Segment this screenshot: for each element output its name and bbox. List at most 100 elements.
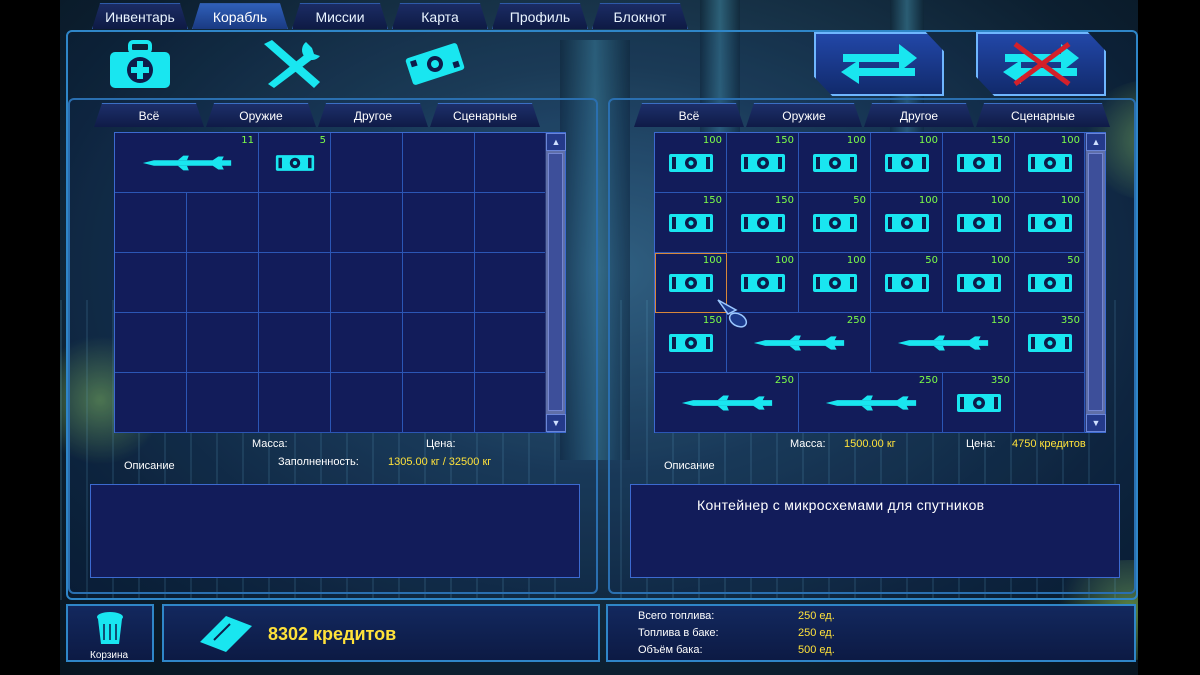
left-scrollbar[interactable]: ▲ ▼: [545, 133, 566, 432]
shop-slot[interactable]: 100: [871, 133, 943, 193]
inventory-slot[interactable]: [403, 313, 475, 373]
tab-map[interactable]: Карта: [392, 3, 488, 29]
inventory-slot[interactable]: [403, 133, 475, 193]
left-filter-scenario[interactable]: Сценарные: [430, 103, 540, 127]
inventory-slot[interactable]: [259, 253, 331, 313]
scroll-thumb[interactable]: [1088, 153, 1103, 411]
scroll-down-arrow-icon[interactable]: ▼: [1086, 414, 1106, 432]
trash-button[interactable]: Корзина: [66, 604, 154, 662]
inventory-slot[interactable]: [403, 193, 475, 253]
inventory-slot[interactable]: [259, 313, 331, 373]
shop-slot[interactable]: 100: [943, 253, 1015, 313]
inventory-slot[interactable]: [475, 313, 547, 373]
shop-slot[interactable]: 100: [799, 133, 871, 193]
right-mass-value: 1500.00 кг: [844, 438, 896, 450]
shop-slot[interactable]: 100: [1015, 133, 1085, 193]
inventory-slot[interactable]: [115, 313, 187, 373]
inventory-slot[interactable]: [331, 313, 403, 373]
item-quantity: 150: [990, 315, 1010, 326]
inventory-slot[interactable]: [475, 133, 547, 193]
inventory-slot[interactable]: [331, 373, 403, 433]
inventory-slot[interactable]: [475, 253, 547, 313]
inventory-slot[interactable]: [403, 253, 475, 313]
shop-slot[interactable]: 50: [1015, 253, 1085, 313]
shop-slot[interactable]: 100: [871, 193, 943, 253]
item-quantity: 50: [1067, 255, 1080, 266]
tools-icon[interactable]: [258, 38, 328, 90]
inventory-slot[interactable]: [259, 193, 331, 253]
main-tabs: Инвентарь Корабль Миссии Карта Профиль Б…: [92, 3, 688, 29]
inventory-slot[interactable]: [331, 253, 403, 313]
shop-slot[interactable]: 50: [871, 253, 943, 313]
tab-notebook[interactable]: Блокнот: [592, 3, 688, 29]
inventory-slot[interactable]: [187, 313, 259, 373]
scroll-up-arrow-icon[interactable]: ▲: [546, 133, 566, 151]
inventory-slot[interactable]: [115, 193, 187, 253]
tab-inventory[interactable]: Инвентарь: [92, 3, 188, 29]
scroll-thumb[interactable]: [548, 153, 563, 411]
inventory-slot[interactable]: [475, 193, 547, 253]
shop-slot[interactable]: 100: [655, 133, 727, 193]
shop-slot[interactable]: 100: [799, 253, 871, 313]
left-filter-other[interactable]: Другое: [318, 103, 428, 127]
shop-slot[interactable]: 350: [1015, 313, 1085, 373]
right-price-label: Цена:: [966, 438, 996, 450]
inventory-slot[interactable]: [187, 373, 259, 433]
right-filter-weapons[interactable]: Оружие: [746, 103, 862, 127]
scroll-down-arrow-icon[interactable]: ▼: [546, 414, 566, 432]
shop-slot[interactable]: 150: [943, 133, 1015, 193]
missile-icon: [680, 394, 774, 412]
inventory-slot[interactable]: [115, 253, 187, 313]
container-icon: [956, 152, 1002, 174]
right-filter-scenario[interactable]: Сценарные: [976, 103, 1110, 127]
shop-slot[interactable]: 100: [1015, 193, 1085, 253]
item-quantity: 350: [1060, 315, 1080, 326]
medkit-icon[interactable]: [108, 40, 172, 90]
inventory-slot[interactable]: [187, 253, 259, 313]
tab-ship[interactable]: Корабль: [192, 3, 288, 29]
container-icon: [668, 332, 714, 354]
inventory-slot[interactable]: 11: [115, 133, 259, 193]
right-scrollbar[interactable]: ▲ ▼: [1085, 133, 1106, 432]
container-icon: [740, 272, 786, 294]
transfer-disabled-button[interactable]: [976, 32, 1106, 96]
shop-slot[interactable]: 350: [943, 373, 1015, 433]
inventory-slot[interactable]: [331, 133, 403, 193]
money-icon[interactable]: [402, 40, 468, 88]
right-filter-tabs: Всё Оружие Другое Сценарные: [634, 103, 1110, 127]
left-filter-all[interactable]: Всё: [94, 103, 204, 127]
inventory-slot[interactable]: [115, 373, 187, 433]
container-icon: [884, 212, 930, 234]
tab-missions[interactable]: Миссии: [292, 3, 388, 29]
shop-slot[interactable]: 250: [655, 373, 799, 433]
item-quantity: 150: [990, 135, 1010, 146]
transfer-button[interactable]: [814, 32, 944, 96]
credits-amount: 8302 кредитов: [268, 624, 397, 644]
right-filter-other[interactable]: Другое: [864, 103, 974, 127]
tab-profile[interactable]: Профиль: [492, 3, 588, 29]
right-letterbox: [1138, 0, 1200, 675]
shop-slot[interactable]: 150: [655, 193, 727, 253]
inventory-slot[interactable]: [259, 373, 331, 433]
shop-slot[interactable]: 150: [727, 193, 799, 253]
inventory-slot[interactable]: [187, 193, 259, 253]
item-quantity: 250: [918, 375, 938, 386]
item-quantity: 150: [774, 135, 794, 146]
inventory-slot[interactable]: [403, 373, 475, 433]
right-filter-all[interactable]: Всё: [634, 103, 744, 127]
inventory-slot[interactable]: 5: [259, 133, 331, 193]
container-icon: [884, 152, 930, 174]
shop-slot[interactable]: 50: [799, 193, 871, 253]
item-quantity: 11: [241, 135, 254, 146]
inventory-slot[interactable]: [331, 193, 403, 253]
shop-slot[interactable]: 100: [943, 193, 1015, 253]
scroll-up-arrow-icon[interactable]: ▲: [1086, 133, 1106, 151]
shop-slot[interactable]: 150: [871, 313, 1015, 373]
shop-slot[interactable]: [1015, 373, 1085, 433]
inventory-slot[interactable]: [475, 373, 547, 433]
shop-slot[interactable]: 150: [727, 133, 799, 193]
left-mass-label: Масса:: [252, 438, 288, 450]
trash-icon: [92, 610, 128, 646]
shop-slot[interactable]: 250: [799, 373, 943, 433]
left-filter-weapons[interactable]: Оружие: [206, 103, 316, 127]
